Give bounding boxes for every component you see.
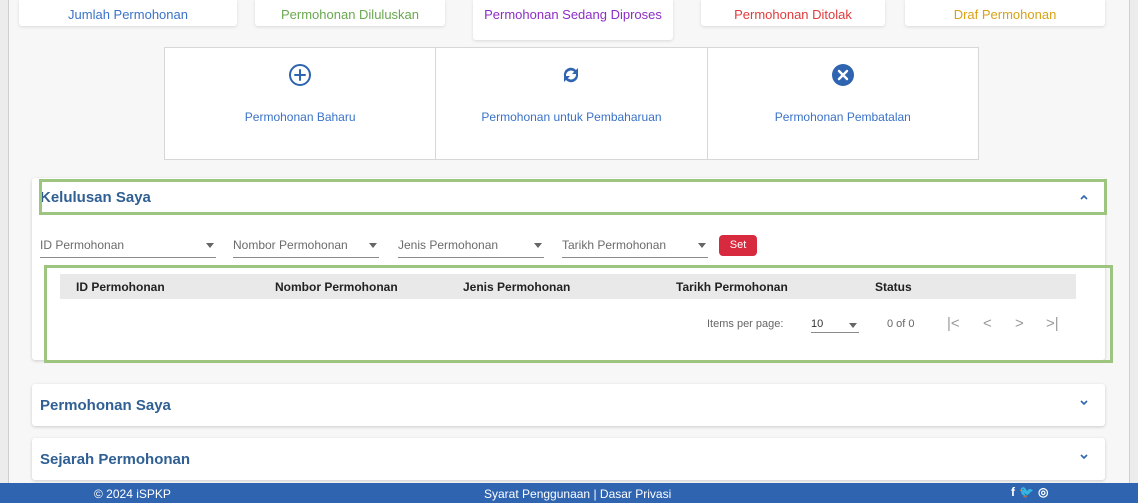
stat-permohonan-ditolak[interactable]: Permohonan Ditolak <box>701 0 885 26</box>
column-header[interactable]: Nombor Permohonan <box>275 280 398 294</box>
terms-link[interactable]: Syarat Penggunaan <box>484 487 590 501</box>
permohonan-saya-panel: Permohonan Saya <box>32 384 1105 426</box>
action-cards: Permohonan Baharu Permohonan untuk Pemba… <box>164 47 979 160</box>
stat-label: Jumlah Permohonan <box>68 7 188 22</box>
stat-jumlah-permohonan[interactable]: Jumlah Permohonan <box>19 0 237 26</box>
caret-down-icon <box>206 243 214 248</box>
last-page-icon[interactable]: >| <box>1046 315 1059 332</box>
action-label: Permohonan Baharu <box>244 110 356 124</box>
caret-down-icon <box>698 243 706 248</box>
facebook-icon[interactable]: f <box>1011 485 1015 499</box>
cancel-application-card[interactable]: Permohonan Pembatalan <box>708 48 978 159</box>
page-range-label: 0 of 0 <box>887 318 915 330</box>
chevron-up-icon[interactable] <box>1079 192 1089 202</box>
footer-separator: | <box>593 487 597 501</box>
permohonan-saya-header[interactable]: Permohonan Saya <box>32 384 1105 426</box>
caret-down-icon <box>369 243 377 248</box>
privacy-link[interactable]: Dasar Privasi <box>600 487 671 501</box>
new-application-card[interactable]: Permohonan Baharu <box>165 48 437 159</box>
filter-label: ID Permohonan <box>40 238 125 252</box>
page-size-value: 10 <box>811 318 824 330</box>
sejarah-permohonan-header[interactable]: Sejarah Permohonan <box>32 438 1105 480</box>
stat-permohonan-diluluskan[interactable]: Permohonan Diluluskan <box>255 0 445 26</box>
stat-label: Permohonan Diluluskan <box>280 7 420 22</box>
stat-draf-permohonan[interactable]: Draf Permohonan <box>905 0 1105 26</box>
kelulusan-saya-panel: Kelulusan Saya <box>32 178 1105 360</box>
footer-links: Syarat Penggunaan | Dasar Privasi <box>484 487 671 501</box>
panel-title: Kelulusan Saya <box>40 188 151 206</box>
caret-down-icon <box>849 323 857 328</box>
sejarah-permohonan-panel: Sejarah Permohonan <box>32 438 1105 480</box>
chevron-down-icon[interactable] <box>1079 398 1089 408</box>
plus-circle-icon <box>288 62 312 88</box>
stat-label: Permohonan Ditolak <box>734 7 852 22</box>
stat-label: Draf Permohonan <box>953 7 1057 22</box>
column-header[interactable]: Jenis Permohonan <box>463 280 570 294</box>
twitter-icon[interactable]: 🐦 <box>1019 485 1034 499</box>
filter-id-permohonan[interactable]: ID Permohonan <box>40 236 216 258</box>
column-header[interactable]: Tarikh Permohonan <box>676 280 788 294</box>
stat-permohonan-sedang-diproses[interactable]: Permohonan Sedang Diproses <box>473 0 673 40</box>
instagram-icon[interactable]: ◎ <box>1038 485 1048 499</box>
panel-title: Sejarah Permohonan <box>40 450 191 468</box>
next-page-icon[interactable]: > <box>1015 315 1024 332</box>
page-size-select[interactable]: 10 <box>811 318 859 333</box>
table-header: ID Permohonan Nombor Permohonan Jenis Pe… <box>60 274 1076 299</box>
refresh-icon <box>559 62 583 88</box>
set-button[interactable]: Set <box>719 235 757 256</box>
footer: © 2024 iSPKP Syarat Penggunaan | Dasar P… <box>0 483 1138 503</box>
items-per-page-label: Items per page: <box>707 318 784 330</box>
panel-title: Permohonan Saya <box>40 396 171 414</box>
first-page-icon[interactable]: |< <box>947 315 960 332</box>
renewal-application-card[interactable]: Permohonan untuk Pembaharuan <box>436 48 708 159</box>
filter-label: Jenis Permohonan <box>398 238 499 252</box>
previous-page-icon[interactable]: < <box>983 315 992 332</box>
cancel-circle-icon <box>831 62 855 88</box>
stat-label: Permohonan Sedang Diproses <box>484 7 662 22</box>
filter-nombor-permohonan[interactable]: Nombor Permohonan <box>233 236 379 258</box>
caret-down-icon <box>534 243 542 248</box>
filter-jenis-permohonan[interactable]: Jenis Permohonan <box>398 236 544 258</box>
social-links: f 🐦 ◎ <box>1011 485 1048 499</box>
column-header[interactable]: ID Permohonan <box>76 280 165 294</box>
filter-label: Nombor Permohonan <box>233 238 348 252</box>
action-label: Permohonan Pembatalan <box>774 110 911 124</box>
action-label: Permohonan untuk Pembaharuan <box>481 110 662 124</box>
filter-tarikh-permohonan[interactable]: Tarikh Permohonan <box>562 236 708 258</box>
filter-label: Tarikh Permohonan <box>562 238 667 252</box>
column-header[interactable]: Status <box>875 280 912 294</box>
chevron-down-icon[interactable] <box>1079 452 1089 462</box>
copyright-text: © 2024 iSPKP <box>94 487 171 501</box>
kelulusan-saya-header[interactable]: Kelulusan Saya <box>32 178 1105 216</box>
